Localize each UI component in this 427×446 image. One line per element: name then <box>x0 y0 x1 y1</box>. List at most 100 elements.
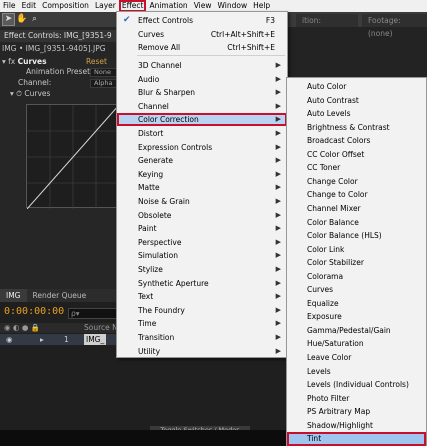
color-correction-item-leave-color[interactable]: Leave Color <box>287 351 426 365</box>
menu-item-label: Transition <box>138 333 175 342</box>
submenu-arrow-icon: ▶ <box>275 197 281 205</box>
color-correction-item-brightness-contrast[interactable]: Brightness & Contrast <box>287 121 426 135</box>
effect-menu-item-blur-sharpen[interactable]: Blur & Sharpen ▶ <box>117 86 287 99</box>
zoom-tool-icon[interactable]: ⌕ <box>29 14 40 25</box>
expand-layer-icon[interactable]: ▸ <box>40 334 44 345</box>
effect-menu-item-text[interactable]: Text ▶ <box>117 290 287 303</box>
color-correction-item-cc-toner[interactable]: CC Toner <box>287 161 426 175</box>
effect-menu-item-effect-controls[interactable]: Effect Controls ✔ F3 <box>117 14 287 27</box>
disclosure-triangle-icon[interactable]: ▾ fx <box>2 57 15 66</box>
submenu-arrow-icon: ▶ <box>275 278 281 287</box>
color-correction-item-cc-color-offset[interactable]: CC Color Offset <box>287 148 426 162</box>
menu-item-label: Text <box>138 292 154 302</box>
tab-footage[interactable]: Footage: (none) <box>362 14 427 38</box>
effect-menu-item-utility[interactable]: Utility ▶ <box>117 345 287 358</box>
color-correction-item-curves[interactable]: Curves <box>287 283 426 297</box>
channel-select[interactable]: Alpha <box>90 79 118 88</box>
menu-edit[interactable]: Edit <box>19 0 40 12</box>
submenu-arrow-icon: ▶ <box>275 237 281 246</box>
effect-menu-item-channel[interactable]: Channel ▶ <box>117 100 287 113</box>
color-correction-item-ps-arbitrary-map[interactable]: PS Arbitrary Map <box>287 405 426 419</box>
color-correction-item-color-link[interactable]: Color Link <box>287 243 426 257</box>
effect-menu-item-transition[interactable]: Transition ▶ <box>117 331 287 344</box>
color-correction-item-hue-saturation[interactable]: Hue/Saturation <box>287 337 426 351</box>
submenu-arrow-icon: ▶ <box>275 224 281 233</box>
effect-menu-item-audio[interactable]: Audio ▶ <box>117 73 287 86</box>
effect-menu-item-the-foundry[interactable]: The Foundry ▶ <box>117 304 287 317</box>
tab-img[interactable]: IMG <box>0 289 27 302</box>
effect-menu-item-distort[interactable]: Distort ▶ <box>117 127 287 140</box>
curves-param[interactable]: ▾ ⏱ Curves <box>10 89 50 99</box>
effect-menu-item-curves[interactable]: Curves Ctrl+Alt+Shift+E <box>117 28 287 41</box>
menu-layer[interactable]: Layer <box>92 0 119 12</box>
color-correction-item-broadcast-colors[interactable]: Broadcast Colors <box>287 134 426 148</box>
menu-item-label: Synthetic Aperture <box>138 278 209 288</box>
color-correction-item-change-to-color[interactable]: Change to Color <box>287 188 426 202</box>
color-correction-item-exposure[interactable]: Exposure <box>287 310 426 324</box>
effect-menu-item-simulation[interactable]: Simulation ▶ <box>117 249 287 262</box>
effect-menu-item-keying[interactable]: Keying ▶ <box>117 168 287 181</box>
menu-item-label: 3D Channel <box>138 61 182 70</box>
layer-search-input[interactable]: ρ▾ <box>68 308 120 319</box>
visibility-eye-icon[interactable]: ◉ <box>6 334 13 345</box>
effect-menu-item-noise-grain[interactable]: Noise & Grain ▶ <box>117 195 287 208</box>
effect-menu-item-remove-all[interactable]: Remove All Ctrl+Shift+E <box>117 41 287 54</box>
timecode-display[interactable]: 0:00:00:00 <box>4 306 64 317</box>
color-correction-item-photo-filter[interactable]: Photo Filter <box>287 392 426 406</box>
submenu-arrow-icon: ▶ <box>275 319 281 328</box>
menu-item-label: Time <box>138 319 157 329</box>
submenu-arrow-icon: ▶ <box>275 292 281 301</box>
color-correction-item-change-color[interactable]: Change Color <box>287 175 426 189</box>
layer-name[interactable]: IMG_ <box>84 334 107 345</box>
menu-item-shortcut: Ctrl+Shift+E <box>227 43 275 52</box>
effect-name: Curves <box>17 57 47 66</box>
curves-graph[interactable] <box>26 104 119 209</box>
color-correction-item-auto-contrast[interactable]: Auto Contrast <box>287 94 426 108</box>
color-correction-item-tint[interactable]: Tint <box>287 432 426 446</box>
effect-menu-item-3d-channel[interactable]: 3D Channel ▶ <box>117 59 287 72</box>
effect-menu-item-expression-controls[interactable]: Expression Controls ▶ <box>117 141 287 154</box>
color-correction-item-auto-levels[interactable]: Auto Levels <box>287 107 426 121</box>
reset-link[interactable]: Reset <box>86 57 107 67</box>
menu-item-label: Blur & Sharpen <box>138 88 196 98</box>
hand-tool-icon[interactable]: ✋ <box>16 14 27 25</box>
menu-item-label: Audio <box>138 74 160 84</box>
color-correction-item-levels-individual-controls[interactable]: Levels (Individual Controls) <box>287 378 426 392</box>
effect-controls-tab[interactable]: Effect Controls: IMG_[9351-9 <box>0 30 120 42</box>
menu-item-label: Channel <box>138 101 169 111</box>
color-correction-item-colorama[interactable]: Colorama <box>287 270 426 284</box>
color-correction-item-shadow-highlight[interactable]: Shadow/Highlight <box>287 419 426 433</box>
menu-item-shortcut: F3 <box>265 16 275 25</box>
color-correction-item-auto-color[interactable]: Auto Color <box>287 80 426 94</box>
effect-row-curves[interactable]: ▾ fx Curves <box>2 57 47 67</box>
color-correction-item-gamma-pedestal-gain[interactable]: Gamma/Pedestal/Gain <box>287 324 426 338</box>
effect-menu-item-perspective[interactable]: Perspective ▶ <box>117 236 287 249</box>
tab-render-queue[interactable]: Render Queue <box>27 289 93 302</box>
color-correction-item-color-balance[interactable]: Color Balance <box>287 216 426 230</box>
effect-menu-item-stylize[interactable]: Stylize ▶ <box>117 263 287 276</box>
effect-menu-item-time[interactable]: Time ▶ <box>117 317 287 330</box>
menu-item-label: Noise & Grain <box>138 197 190 206</box>
menu-file[interactable]: File <box>0 0 19 12</box>
menu-item-label: Paint <box>138 224 157 234</box>
selection-tool-icon[interactable]: ➤ <box>2 13 15 26</box>
color-correction-item-color-stabilizer[interactable]: Color Stabilizer <box>287 256 426 270</box>
effect-menu-item-synthetic-aperture[interactable]: Synthetic Aperture ▶ <box>117 277 287 290</box>
layer-path: IMG • IMG_[9351-9405].JPG <box>2 44 106 53</box>
color-correction-item-levels[interactable]: Levels <box>287 365 426 379</box>
color-correction-item-channel-mixer[interactable]: Channel Mixer <box>287 202 426 216</box>
animation-presets-select[interactable]: None <box>90 68 118 77</box>
color-correction-item-color-balance-hls[interactable]: Color Balance (HLS) <box>287 229 426 243</box>
effect-menu-item-generate[interactable]: Generate ▶ <box>117 154 287 167</box>
menu-item-label: Utility <box>138 346 161 356</box>
effect-menu-item-obsolete[interactable]: Obsolete ▶ <box>117 209 287 222</box>
disclosure-triangle-icon[interactable]: ▾ ⏱ <box>10 89 24 98</box>
curves-param-label: Curves <box>24 89 51 98</box>
menu-item-label: Perspective <box>138 237 182 247</box>
effect-menu-item-matte[interactable]: Matte ▶ <box>117 181 287 194</box>
color-correction-item-equalize[interactable]: Equalize <box>287 297 426 311</box>
effect-menu-item-paint[interactable]: Paint ▶ <box>117 222 287 235</box>
effect-menu-item-color-correction[interactable]: Color Correction ▶ <box>117 113 287 127</box>
menu-composition[interactable]: Composition <box>39 0 92 12</box>
tab-composition[interactable]: ition: IMG_[9351-9405] <box>296 14 358 27</box>
